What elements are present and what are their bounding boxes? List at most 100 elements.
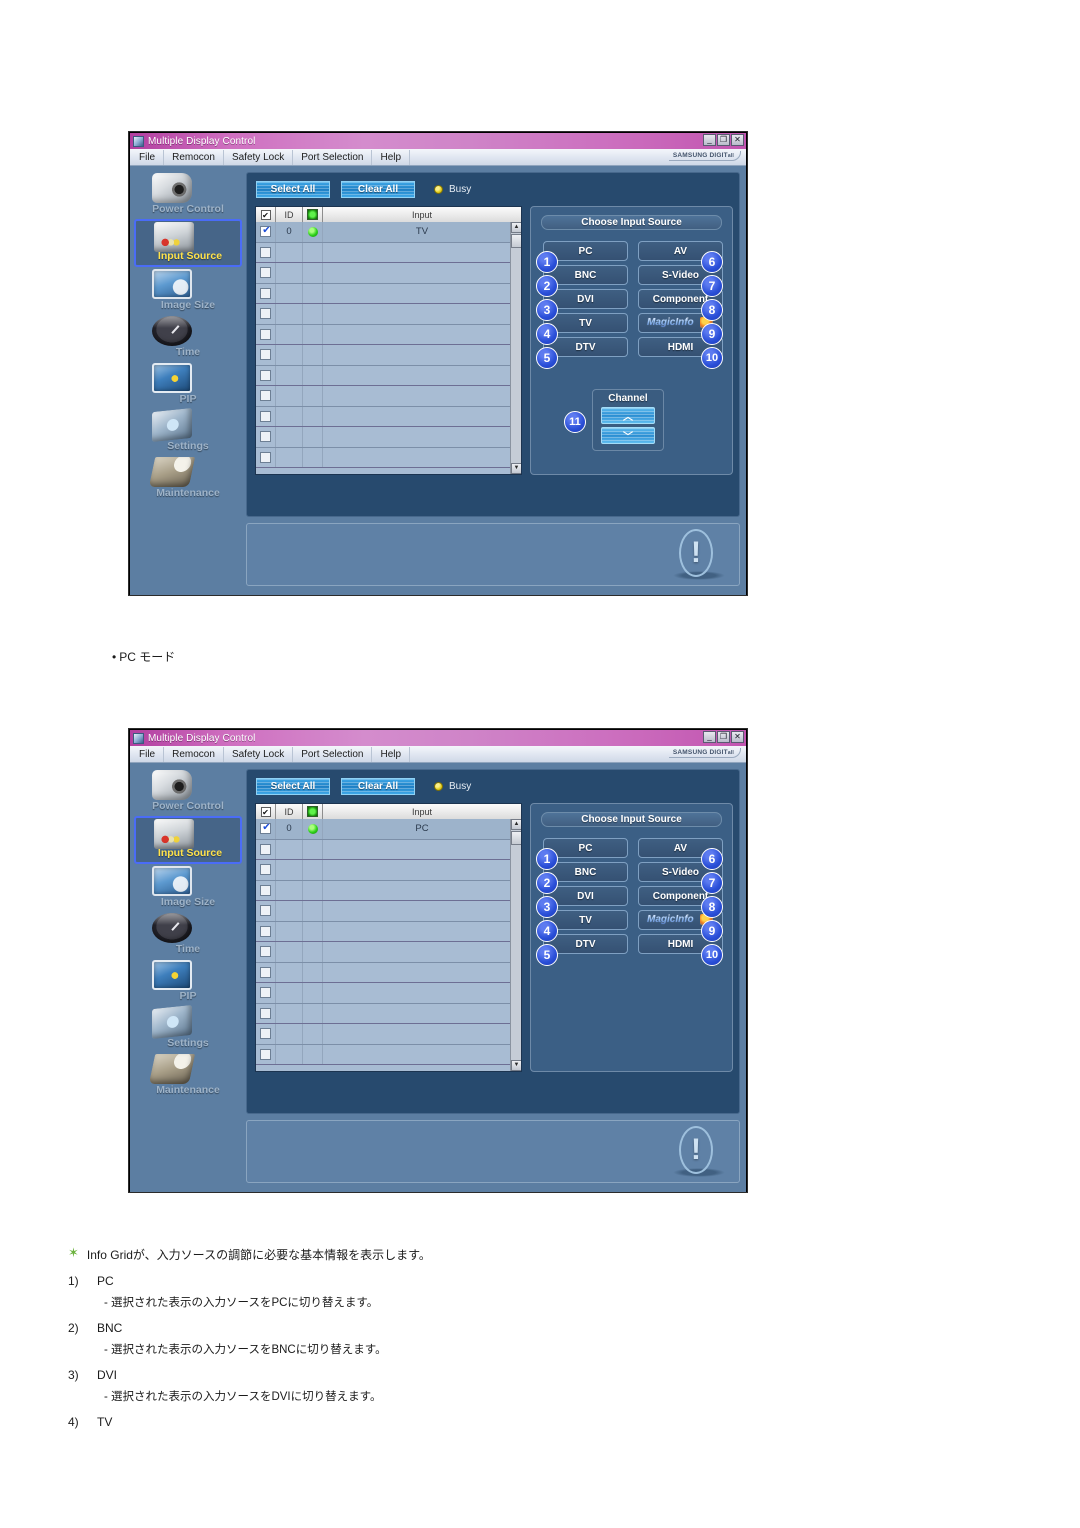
row-checkbox-cell[interactable] — [256, 1044, 276, 1064]
select-all-button[interactable]: Select All — [256, 181, 330, 198]
close-icon[interactable]: ✕ — [731, 134, 744, 146]
sidebar-item-image-size[interactable]: Image Size — [134, 865, 242, 911]
menu-remocon[interactable]: Remocon — [164, 149, 224, 165]
info-grid[interactable]: ✔ ID Input 0 TV — [255, 206, 522, 475]
row-checkbox-cell[interactable] — [256, 880, 276, 900]
select-all-checkbox[interactable]: ✔ — [260, 806, 271, 817]
info-grid[interactable]: ✔ ID Input 0 PC — [255, 803, 522, 1072]
row-checkbox-cell[interactable] — [256, 324, 276, 344]
row-checkbox[interactable] — [260, 349, 271, 361]
row-checkbox[interactable] — [260, 1048, 271, 1060]
table-row[interactable]: 0 TV — [256, 222, 521, 243]
table-row[interactable] — [256, 365, 521, 386]
sidebar-item-maintenance[interactable]: Maintenance — [134, 456, 242, 502]
sidebar-item-time[interactable]: Time — [134, 315, 242, 361]
row-checkbox[interactable] — [260, 431, 271, 443]
row-checkbox[interactable] — [260, 451, 271, 463]
row-checkbox-cell[interactable] — [256, 427, 276, 447]
row-checkbox-cell[interactable] — [256, 921, 276, 941]
row-checkbox-cell[interactable] — [256, 447, 276, 467]
table-row[interactable] — [256, 386, 521, 407]
table-row[interactable] — [256, 427, 521, 448]
scroll-down-icon[interactable]: ▼ — [511, 463, 521, 474]
sidebar-item-input-source[interactable]: Input Source — [134, 219, 242, 267]
sidebar-item-settings[interactable]: Settings — [134, 1004, 242, 1052]
sidebar-item-settings[interactable]: Settings — [134, 407, 242, 455]
menu-port-selection[interactable]: Port Selection — [293, 746, 373, 762]
row-checkbox-cell[interactable] — [256, 819, 276, 839]
row-checkbox[interactable] — [260, 267, 271, 279]
clear-all-button[interactable]: Clear All — [341, 181, 415, 198]
row-checkbox-cell[interactable] — [256, 222, 276, 242]
channel-down-button[interactable]: ﹀ — [601, 427, 655, 444]
scroll-up-icon[interactable]: ▲ — [511, 222, 521, 233]
grid-header-checkbox-cell[interactable]: ✔ — [256, 207, 276, 222]
row-checkbox[interactable] — [260, 410, 271, 422]
row-checkbox-cell[interactable] — [256, 1024, 276, 1044]
row-checkbox[interactable] — [260, 966, 271, 978]
row-checkbox-cell[interactable] — [256, 386, 276, 406]
table-row[interactable] — [256, 324, 521, 345]
row-checkbox-cell[interactable] — [256, 839, 276, 859]
table-row[interactable] — [256, 345, 521, 366]
table-row[interactable]: 0 PC — [256, 819, 521, 840]
table-row[interactable] — [256, 1024, 521, 1045]
table-row[interactable] — [256, 242, 521, 263]
sidebar-item-pip[interactable]: PIP — [134, 362, 242, 408]
sidebar-item-power-control[interactable]: Power Control — [134, 172, 242, 218]
table-row[interactable] — [256, 283, 521, 304]
table-row[interactable] — [256, 880, 521, 901]
row-checkbox[interactable] — [260, 884, 271, 896]
table-row[interactable] — [256, 839, 521, 860]
row-checkbox[interactable] — [260, 864, 271, 876]
table-row[interactable] — [256, 942, 521, 963]
menu-help[interactable]: Help — [372, 149, 411, 165]
close-icon[interactable]: ✕ — [731, 731, 744, 743]
grid-header-checkbox-cell[interactable]: ✔ — [256, 804, 276, 819]
minimize-icon[interactable]: _ — [703, 731, 716, 743]
scroll-thumb[interactable] — [511, 234, 521, 248]
row-checkbox[interactable] — [260, 328, 271, 340]
table-row[interactable] — [256, 901, 521, 922]
row-checkbox-cell[interactable] — [256, 962, 276, 982]
row-checkbox[interactable] — [260, 287, 271, 299]
minimize-icon[interactable]: _ — [703, 134, 716, 146]
sidebar-item-image-size[interactable]: Image Size — [134, 268, 242, 314]
maximize-icon[interactable]: ❐ — [717, 134, 730, 146]
row-checkbox[interactable] — [260, 946, 271, 958]
table-row[interactable] — [256, 921, 521, 942]
row-checkbox[interactable] — [260, 822, 272, 835]
row-checkbox-cell[interactable] — [256, 242, 276, 262]
row-checkbox[interactable] — [260, 1028, 271, 1040]
menu-file[interactable]: File — [130, 149, 165, 165]
row-checkbox-cell[interactable] — [256, 983, 276, 1003]
scroll-down-icon[interactable]: ▼ — [511, 1060, 521, 1071]
row-checkbox-cell[interactable] — [256, 942, 276, 962]
row-checkbox-cell[interactable] — [256, 365, 276, 385]
maximize-icon[interactable]: ❐ — [717, 731, 730, 743]
sidebar-item-input-source[interactable]: Input Source — [134, 816, 242, 864]
menu-help[interactable]: Help — [372, 746, 411, 762]
table-row[interactable] — [256, 1003, 521, 1024]
select-all-button[interactable]: Select All — [256, 778, 330, 795]
row-checkbox-cell[interactable] — [256, 1003, 276, 1023]
row-checkbox[interactable] — [260, 925, 271, 937]
select-all-checkbox[interactable]: ✔ — [260, 209, 271, 220]
table-row[interactable] — [256, 263, 521, 284]
table-row[interactable] — [256, 447, 521, 468]
row-checkbox[interactable] — [260, 905, 271, 917]
menu-safety-lock[interactable]: Safety Lock — [224, 746, 294, 762]
channel-up-button[interactable]: ︿ — [601, 407, 655, 424]
row-checkbox-cell[interactable] — [256, 304, 276, 324]
sidebar-item-power-control[interactable]: Power Control — [134, 769, 242, 815]
row-checkbox[interactable] — [260, 369, 271, 381]
table-row[interactable] — [256, 1044, 521, 1065]
scroll-up-icon[interactable]: ▲ — [511, 819, 521, 830]
grid-scrollbar[interactable]: ▲ ▼ — [510, 222, 521, 474]
sidebar-item-time[interactable]: Time — [134, 912, 242, 958]
row-checkbox[interactable] — [260, 987, 271, 999]
row-checkbox-cell[interactable] — [256, 263, 276, 283]
menu-port-selection[interactable]: Port Selection — [293, 149, 373, 165]
row-checkbox[interactable] — [260, 843, 271, 855]
row-checkbox[interactable] — [260, 225, 272, 238]
